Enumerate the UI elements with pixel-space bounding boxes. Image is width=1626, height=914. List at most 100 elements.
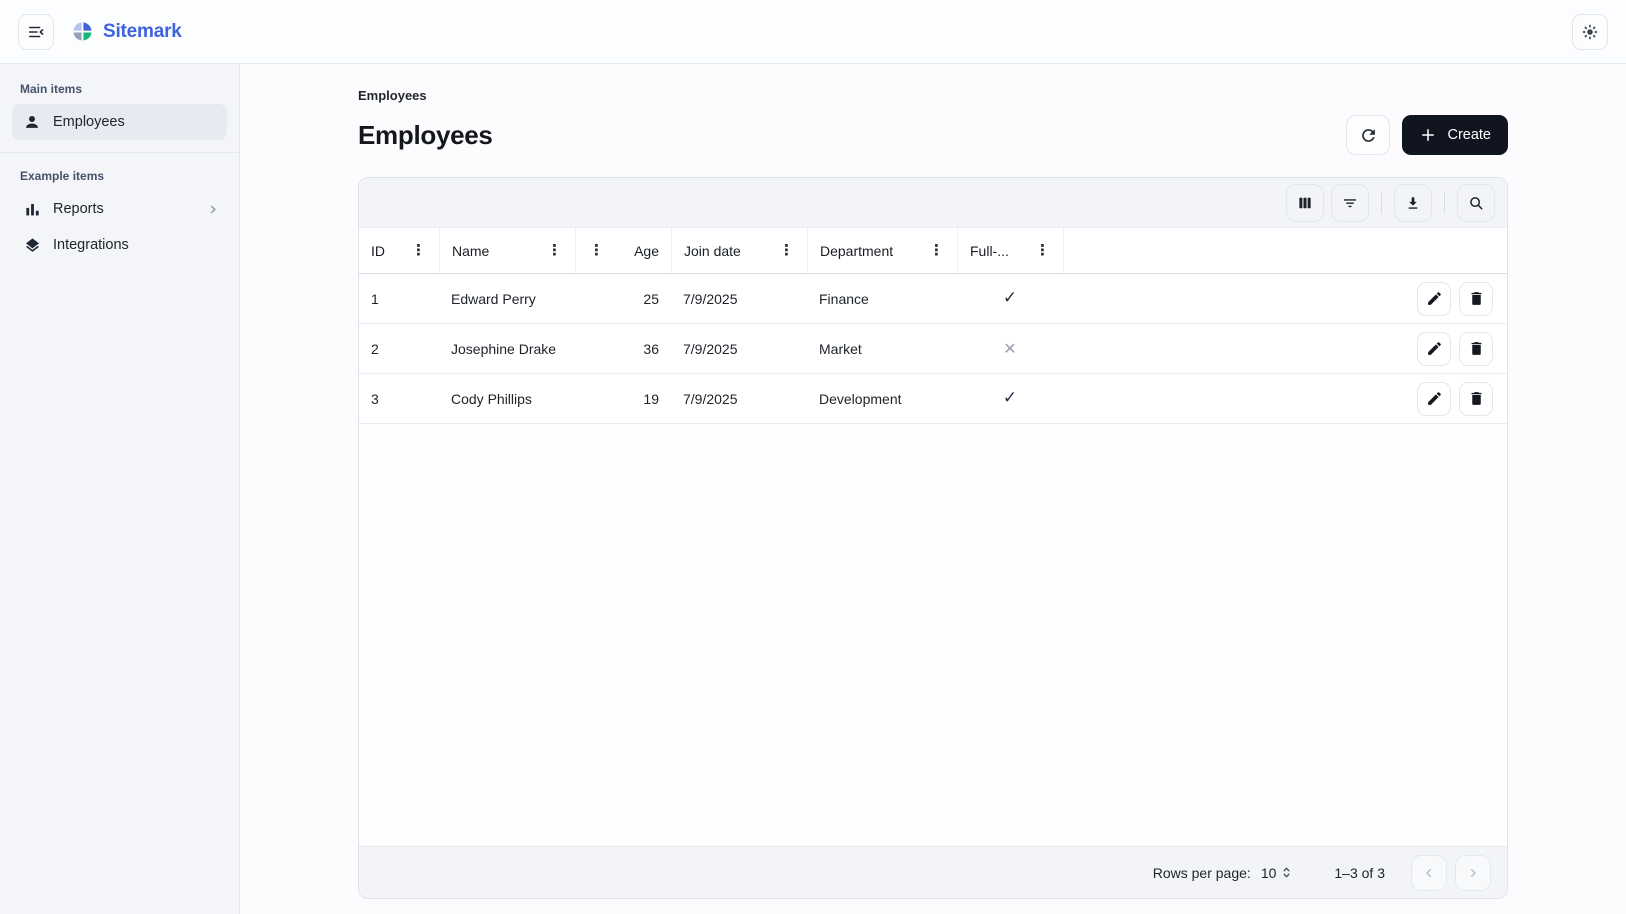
column-header-id[interactable]: ID ⋮ xyxy=(359,228,439,273)
trash-icon xyxy=(1468,390,1485,407)
plus-icon xyxy=(1419,126,1437,144)
cell-name: Edward Perry xyxy=(439,291,575,307)
edit-row-button[interactable] xyxy=(1417,332,1451,366)
chevron-right-icon xyxy=(1465,865,1481,881)
trash-icon xyxy=(1468,290,1485,307)
column-header-label: Join date xyxy=(684,243,741,259)
cell-actions xyxy=(1357,382,1507,416)
edit-row-button[interactable] xyxy=(1417,282,1451,316)
column-header-label: ID xyxy=(371,243,385,259)
bar-chart-icon xyxy=(22,199,42,219)
cell-actions xyxy=(1357,282,1507,316)
sidebar-divider xyxy=(0,152,239,153)
check-icon: ✓ xyxy=(1003,390,1017,407)
column-header-join-date[interactable]: Join date ⋮ xyxy=(671,228,807,273)
cell-full-time: ✓ xyxy=(957,390,1063,407)
delete-row-button[interactable] xyxy=(1459,282,1493,316)
page-size-value: 10 xyxy=(1261,865,1277,881)
sidebar-section-title: Example items xyxy=(12,163,227,191)
chevron-left-icon xyxy=(1421,865,1437,881)
check-icon: ✓ xyxy=(1003,290,1017,307)
pagination-range: 1–3 of 3 xyxy=(1334,865,1385,881)
filter-icon xyxy=(1341,194,1359,212)
page-title: Employees xyxy=(358,120,493,151)
search-button[interactable] xyxy=(1457,184,1495,222)
cell-department: Development xyxy=(807,391,957,407)
data-grid: ID ⋮ Name ⋮ ⋮ Age Join date xyxy=(358,177,1508,899)
column-header-label: Name xyxy=(452,243,489,259)
person-icon xyxy=(22,112,42,132)
brand-name: Sitemark xyxy=(103,21,182,43)
previous-page-button[interactable] xyxy=(1411,855,1447,891)
pencil-icon xyxy=(1426,290,1443,307)
column-menu-icon[interactable]: ⋮ xyxy=(778,243,795,258)
search-icon xyxy=(1467,194,1485,212)
columns-icon xyxy=(1296,194,1314,212)
toolbar-divider xyxy=(1444,192,1445,214)
cell-name: Josephine Drake xyxy=(439,341,575,357)
sitemark-logo-icon xyxy=(70,19,95,44)
breadcrumb[interactable]: Employees xyxy=(358,88,1508,103)
trash-icon xyxy=(1468,340,1485,357)
cell-full-time: ✕ xyxy=(957,341,1063,357)
column-header-name[interactable]: Name ⋮ xyxy=(439,228,575,273)
unfold-icon xyxy=(1279,865,1294,880)
delete-row-button[interactable] xyxy=(1459,332,1493,366)
pencil-icon xyxy=(1426,390,1443,407)
create-button[interactable]: Create xyxy=(1402,115,1508,155)
cell-join-date: 7/9/2025 xyxy=(671,341,807,357)
column-header-label: Full-... xyxy=(970,243,1009,259)
sidebar-section-title: Main items xyxy=(12,76,227,104)
sidebar-item-reports[interactable]: Reports › xyxy=(12,191,227,227)
grid-empty-area xyxy=(359,424,1507,846)
column-header-department[interactable]: Department ⋮ xyxy=(807,228,957,273)
delete-row-button[interactable] xyxy=(1459,382,1493,416)
brand-logo: Sitemark xyxy=(70,19,182,44)
chevron-right-icon: › xyxy=(209,200,217,219)
download-button[interactable] xyxy=(1394,184,1432,222)
column-menu-icon[interactable]: ⋮ xyxy=(546,243,563,258)
table-row[interactable]: 3 Cody Phillips 19 7/9/2025 Development … xyxy=(359,374,1507,424)
toolbar-divider xyxy=(1381,192,1382,214)
column-header-spacer xyxy=(1063,228,1357,273)
cell-actions xyxy=(1357,332,1507,366)
grid-footer: Rows per page: 10 1–3 of 3 xyxy=(359,846,1507,898)
table-row[interactable]: 2 Josephine Drake 36 7/9/2025 Market ✕ xyxy=(359,324,1507,374)
table-row[interactable]: 1 Edward Perry 25 7/9/2025 Finance ✓ xyxy=(359,274,1507,324)
column-menu-icon[interactable]: ⋮ xyxy=(928,243,945,258)
next-page-button[interactable] xyxy=(1455,855,1491,891)
columns-button[interactable] xyxy=(1286,184,1324,222)
column-header-full-time[interactable]: Full-... ⋮ xyxy=(957,228,1063,273)
cell-full-time: ✓ xyxy=(957,290,1063,307)
cell-department: Market xyxy=(807,341,957,357)
filter-button[interactable] xyxy=(1331,184,1369,222)
column-header-actions xyxy=(1357,228,1507,273)
column-menu-icon[interactable]: ⋮ xyxy=(1034,243,1051,258)
theme-toggle-button[interactable] xyxy=(1572,14,1608,50)
rows-per-page-label: Rows per page: xyxy=(1153,865,1251,881)
column-menu-icon[interactable]: ⋮ xyxy=(410,243,427,258)
page-size-select[interactable]: 10 xyxy=(1261,865,1295,881)
menu-collapse-icon xyxy=(27,23,45,41)
refresh-button[interactable] xyxy=(1346,115,1390,155)
cell-id: 3 xyxy=(359,391,439,407)
column-header-age[interactable]: ⋮ Age xyxy=(575,228,671,273)
create-button-label: Create xyxy=(1447,127,1491,143)
sidebar-item-label: Employees xyxy=(53,114,125,130)
cell-id: 1 xyxy=(359,291,439,307)
topbar: Sitemark xyxy=(0,0,1626,64)
sidebar-item-label: Integrations xyxy=(53,237,129,253)
cell-age: 19 xyxy=(575,391,671,407)
column-header-label: Department xyxy=(820,243,893,259)
cell-join-date: 7/9/2025 xyxy=(671,291,807,307)
sidebar-item-label: Reports xyxy=(53,201,104,217)
cell-id: 2 xyxy=(359,341,439,357)
refresh-icon xyxy=(1359,126,1378,145)
column-menu-icon[interactable]: ⋮ xyxy=(588,243,605,258)
sidebar-toggle-button[interactable] xyxy=(18,14,54,50)
cell-age: 36 xyxy=(575,341,671,357)
layers-icon xyxy=(22,235,42,255)
sidebar-item-employees[interactable]: Employees xyxy=(12,104,227,140)
sidebar-item-integrations[interactable]: Integrations xyxy=(12,227,227,263)
edit-row-button[interactable] xyxy=(1417,382,1451,416)
